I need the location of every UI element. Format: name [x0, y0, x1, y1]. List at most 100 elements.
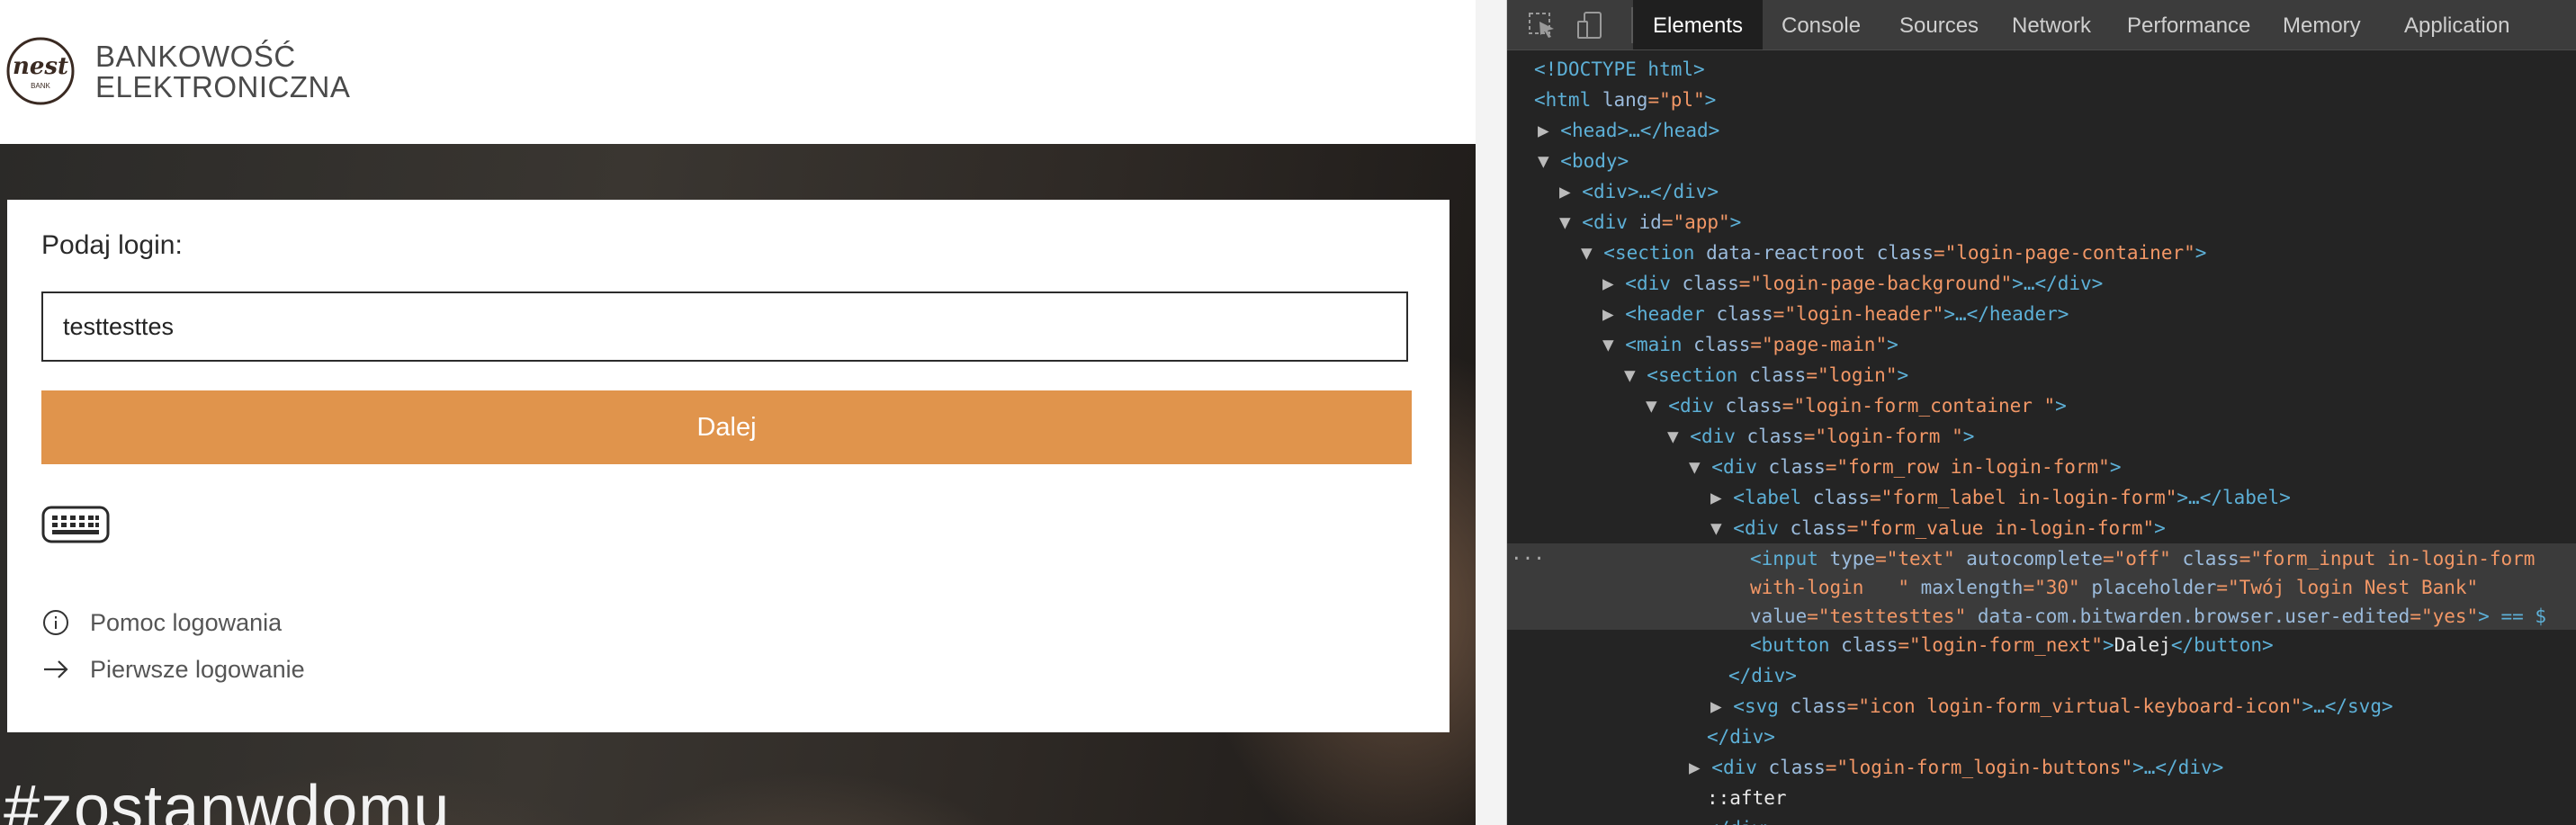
dom-text: >: [2055, 395, 2067, 417]
tab-performance[interactable]: Performance: [2107, 0, 2270, 49]
dom-text: <button: [1750, 634, 1842, 656]
dom-text: <section: [1603, 242, 1707, 264]
dom-text: class: [1790, 695, 1847, 717]
tab-application[interactable]: Application: [2384, 0, 2529, 49]
tab-console[interactable]: Console: [1762, 0, 1880, 49]
dom-text: </div>: [1707, 726, 1775, 748]
dom-node-body[interactable]: ▼ <body>: [1538, 146, 2576, 176]
expand-triangle-icon[interactable]: ▶: [1710, 487, 1733, 508]
expand-triangle-icon[interactable]: ▶: [1689, 757, 1711, 778]
bank-login-page: #zostanwdomu nest BANK BANKOWOŚĆ ELEKTRO…: [0, 0, 1476, 825]
tab-elements[interactable]: Elements: [1633, 0, 1764, 49]
collapse-triangle-icon[interactable]: ▼: [1602, 334, 1625, 355]
dom-text: <label: [1733, 487, 1813, 508]
brand-line-1: BANKOWOŚĆ: [95, 40, 296, 73]
collapse-triangle-icon[interactable]: ▼: [1646, 395, 1668, 417]
dom-text: </div>: [1707, 818, 1775, 825]
dom-text: <section: [1647, 364, 1750, 386]
dom-text: <html: [1534, 89, 1602, 111]
collapse-triangle-icon[interactable]: ▼: [1667, 426, 1690, 447]
tab-memory[interactable]: Memory: [2263, 0, 2381, 49]
dom-node-head[interactable]: ▶ <head>…</head>: [1538, 115, 2576, 146]
dom-text: <head>…</head>: [1560, 120, 1720, 141]
dom-node-pseudo-after[interactable]: ::after: [1707, 783, 2576, 813]
expand-triangle-icon[interactable]: ▶: [1559, 181, 1582, 202]
expand-triangle-icon[interactable]: ▶: [1538, 120, 1560, 141]
virtual-keyboard-icon[interactable]: [41, 506, 110, 543]
nest-bank-logo[interactable]: nest BANK: [5, 36, 76, 106]
dom-text: >…</header>: [1943, 303, 2069, 325]
dom-text: >: [2109, 456, 2122, 478]
dom-text: <div: [1733, 517, 1791, 539]
dom-text: ="form_value in-login-form": [1846, 517, 2155, 539]
dom-text: ="form_input in-login-form: [2239, 548, 2536, 569]
logo-subtext: BANK: [31, 82, 50, 90]
collapse-triangle-icon[interactable]: ▼: [1559, 211, 1582, 233]
dom-text: ="login-form_container ": [1782, 395, 2056, 417]
dom-text: class: [1768, 757, 1826, 778]
dom-node-login-form[interactable]: ▼ <div class="login-form ">: [1667, 421, 2576, 452]
devtools-resize-handle[interactable]: [1476, 0, 1507, 825]
more-options-icon[interactable]: ···: [1511, 543, 1545, 574]
dom-node-close-div[interactable]: </div>: [1707, 722, 2576, 752]
login-input[interactable]: [41, 291, 1408, 362]
dom-text: ="login-form ": [1803, 426, 1963, 447]
inspect-element-icon[interactable]: [1527, 11, 1557, 40]
next-button[interactable]: Dalej: [41, 390, 1412, 464]
dom-node-login-buttons[interactable]: ▶ <div class="login-form_login-buttons">…: [1689, 752, 2576, 783]
dom-node-login-section[interactable]: ▼ <section class="login">: [1624, 360, 2576, 390]
dom-text: type: [1829, 548, 1876, 569]
brand-name: BANKOWOŚĆ ELEKTRONICZNA: [95, 41, 350, 103]
collapse-triangle-icon[interactable]: ▼: [1689, 456, 1711, 478]
device-toggle-icon[interactable]: [1575, 11, 1606, 40]
dom-text: class: [1790, 517, 1847, 539]
collapse-triangle-icon[interactable]: ▼: [1710, 517, 1733, 539]
dom-text: ="pl": [1647, 89, 1705, 111]
first-login-link[interactable]: Pierwsze logowanie: [41, 655, 305, 684]
login-help-link[interactable]: Pomoc logowania: [41, 608, 282, 637]
dom-text: ="login-form_login-buttons": [1825, 757, 2133, 778]
dom-node-form-row[interactable]: ▼ <div class="form_row in-login-form">: [1689, 452, 2576, 482]
dom-node-login-form-container[interactable]: ▼ <div class="login-form_container ">: [1646, 390, 2576, 421]
dom-node-form-label[interactable]: ▶ <label class="form_label in-login-form…: [1710, 482, 2576, 513]
dom-node-doctype[interactable]: <!DOCTYPE html>: [1534, 54, 2576, 85]
dom-node-svg[interactable]: ▶ <svg class="icon login-form_virtual-ke…: [1710, 691, 2576, 722]
tab-network[interactable]: Network: [1992, 0, 2111, 49]
dom-text: class: [1716, 303, 1773, 325]
dom-text: </button>: [2170, 634, 2274, 656]
dom-text: ="app": [1661, 211, 1730, 233]
dom-node-html[interactable]: <html lang="pl">: [1534, 85, 2576, 115]
devtools-toolbar: Elements Console Sources Network Perform…: [1507, 0, 2576, 50]
dom-text: ="login": [1806, 364, 1898, 386]
dom-text: data-com.bitwarden.browser.user-edited: [1977, 605, 2410, 627]
dom-node-form-value[interactable]: ▼ <div class="form_value in-login-form">: [1710, 513, 2576, 543]
dom-text: <header: [1625, 303, 1717, 325]
dom-text: <body>: [1560, 150, 1629, 172]
login-help-label: Pomoc logowania: [90, 608, 283, 636]
dom-text: with-login ": [1750, 577, 1921, 598]
collapse-triangle-icon[interactable]: ▼: [1538, 150, 1560, 172]
expand-triangle-icon[interactable]: ▶: [1602, 273, 1625, 294]
expand-triangle-icon[interactable]: ▶: [1710, 695, 1733, 717]
dom-text: class: [1746, 426, 1804, 447]
dom-node-close-div[interactable]: </div>: [1707, 813, 2576, 825]
dom-text: <svg: [1733, 695, 1791, 717]
expand-triangle-icon[interactable]: ▶: [1602, 303, 1625, 325]
dom-text: ="Twój login Nest Bank": [2216, 577, 2479, 598]
dom-node-div[interactable]: ▶ <div>…</div>: [1559, 176, 2576, 207]
first-login-label: Pierwsze logowanie: [90, 655, 305, 683]
dom-node-login-header[interactable]: ▶ <header class="login-header">…</header…: [1602, 299, 2576, 329]
dom-node-login-page-container[interactable]: ▼ <section data-reactroot class="login-p…: [1581, 238, 2576, 268]
tab-sources[interactable]: Sources: [1880, 0, 1998, 49]
dom-node-login-page-background[interactable]: ▶ <div class="login-page-background">…</…: [1602, 268, 2576, 299]
collapse-triangle-icon[interactable]: ▼: [1581, 242, 1603, 264]
dom-node-page-main[interactable]: ▼ <main class="page-main">: [1602, 329, 2576, 360]
dom-node-close-div[interactable]: </div>: [1728, 660, 2576, 691]
dom-text: <main: [1625, 334, 1694, 355]
dom-node-app[interactable]: ▼ <div id="app">: [1559, 207, 2576, 238]
collapse-triangle-icon[interactable]: ▼: [1624, 364, 1647, 386]
dom-node-input-selected[interactable]: ··· <input type="text" autocomplete="off…: [1507, 543, 2576, 630]
logo-text: nest: [13, 53, 68, 80]
dom-node-button[interactable]: <button class="login-form_next">Dalej</b…: [1750, 630, 2576, 660]
dom-text: <input: [1750, 548, 1830, 569]
